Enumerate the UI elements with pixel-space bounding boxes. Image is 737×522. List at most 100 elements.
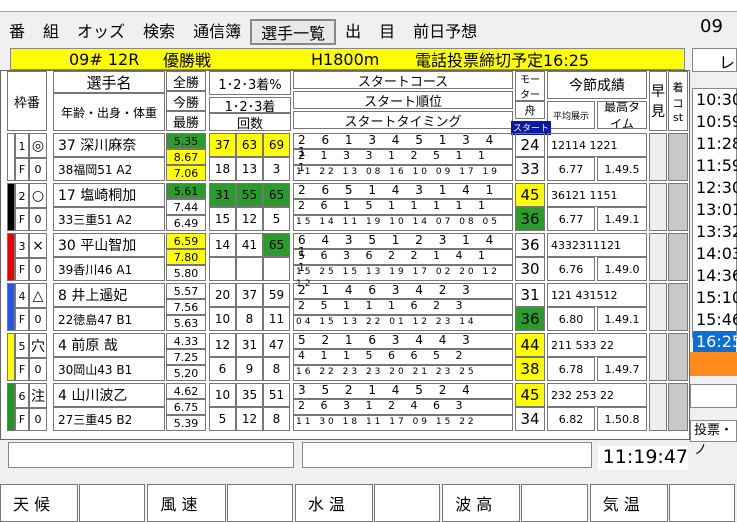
order-row: 2 6 3 1 2 4 6 3: [293, 399, 513, 415]
col-saishou: 最勝: [166, 111, 206, 131]
race-time-item[interactable]: 13:01: [693, 199, 737, 221]
avg-value: 6.77: [547, 207, 595, 231]
race-time-item[interactable]: 13:32: [693, 221, 737, 243]
message-box-right: [302, 442, 592, 468]
best-value: 1.50.8: [597, 407, 647, 431]
temp-label: 気 温: [589, 484, 668, 522]
count-value: [209, 257, 236, 281]
clock: 11:19:47: [598, 446, 688, 470]
f-flag: F: [15, 157, 29, 181]
best-value: 1.49.0: [597, 257, 647, 281]
timing-row: 11 22 13 08 16 10 09 17 19: [293, 165, 513, 181]
timing-row: 15 14 11 19 10 14 07 08 05: [293, 215, 513, 231]
menu-prediction[interactable]: 前日予想: [404, 19, 486, 45]
menu-bar: 番 組 オッズ 検索 通信簿 選手一覧 出 目 前日予想: [0, 18, 690, 46]
waku-number: 6: [15, 383, 29, 409]
course-row: 6 4 3 5 1 2 3 1 4 1: [293, 233, 513, 258]
f-flag: F: [15, 207, 29, 231]
race-time-item[interactable]: 11:59: [693, 155, 737, 177]
rate-value: 6.59: [166, 233, 206, 249]
menu-me[interactable]: 目: [370, 19, 404, 45]
race-time-item[interactable]: 15:46: [693, 309, 737, 331]
right-button[interactable]: レ: [692, 48, 737, 72]
col-timing: スタートタイミング: [293, 111, 513, 129]
count-value: 5: [209, 407, 236, 431]
setsu-value: 211 533 22: [547, 333, 647, 357]
timing-row: 11 30 18 11 17 09 15 22: [293, 415, 513, 431]
pct-value: 63: [236, 133, 263, 157]
col-rate2: 1･2･3着: [209, 97, 291, 113]
timing-row: 04 15 13 22 01 12 23 14: [293, 315, 513, 331]
mark-1: ○: [29, 183, 47, 209]
race-time-item[interactable]: 10:30: [693, 89, 737, 111]
waku-color: [7, 183, 15, 231]
menu-bangumi-1[interactable]: 番: [0, 19, 34, 45]
setsu-value: 232 253 22: [547, 383, 647, 407]
player-home: 38福岡51 A2: [53, 157, 165, 181]
menu-search[interactable]: 検索: [134, 19, 184, 45]
player-home: 30岡山43 B1: [53, 357, 165, 381]
haya-cell: [649, 283, 667, 331]
chaku-cell: [668, 133, 688, 181]
waku-color: [7, 283, 15, 331]
race-time-item[interactable]: 14:03: [693, 243, 737, 265]
toohyo-button[interactable]: 投票・ノ: [690, 420, 737, 458]
col-course: スタートコース: [293, 71, 513, 89]
player-table: 枠番 選手名 年齢・出身・体重 全勝 今勝 最勝 1･2･3着% 1･2･3着 …: [0, 70, 690, 440]
motor-value: 45: [515, 183, 545, 207]
race-time-item[interactable]: 16:25: [693, 331, 737, 353]
col-heikin: 平均展示: [547, 101, 595, 129]
boat-value: 36: [515, 307, 545, 331]
mark-1: ×: [29, 233, 47, 259]
motor-value: 36: [515, 233, 545, 257]
motor-value: 45: [515, 383, 545, 407]
f-count: 0: [29, 307, 47, 331]
col-player-sub: 年齢・出身・体重: [53, 93, 165, 131]
vote-button[interactable]: [690, 352, 737, 376]
rate-value: 7.25: [166, 349, 206, 365]
haya-cell: [649, 183, 667, 231]
haya-cell: [649, 233, 667, 281]
wave-value: [521, 484, 588, 522]
pct-value: 41: [236, 233, 263, 257]
pct-value: 37: [236, 283, 263, 307]
race-time-item[interactable]: 12:30: [693, 177, 737, 199]
setsu-value: 36121 1151: [547, 183, 647, 207]
menu-player-list[interactable]: 選手一覧: [250, 19, 337, 45]
boat-value: 38: [515, 357, 545, 381]
message-box-left: [8, 442, 294, 468]
pct-value: 69: [263, 133, 290, 157]
pct-value: 55: [236, 183, 263, 207]
f-count: 0: [29, 257, 47, 281]
best-value: 1.49.1: [597, 207, 647, 231]
setsu-value: 4332311121: [547, 233, 647, 257]
best-value: 1.49.1: [597, 307, 647, 331]
waku-number: 4: [15, 283, 29, 309]
f-flag: F: [15, 307, 29, 331]
menu-odds[interactable]: オッズ: [68, 19, 134, 45]
race-time-item[interactable]: 15:10: [693, 287, 737, 309]
col-rate: 1･2･3着%: [209, 71, 291, 95]
menu-report[interactable]: 通信簿: [184, 19, 250, 45]
count-value: 18: [209, 157, 236, 181]
weather-bar: 天 候 風 速 水 温 波 高 気 温: [0, 484, 737, 522]
pct-value: 47: [263, 333, 290, 357]
order-row: 4 1 1 5 6 6 5 2: [293, 349, 513, 365]
count-value: 8: [236, 307, 263, 331]
race-number: 09# 12R: [69, 49, 140, 69]
col-saiko: 最高タイム: [597, 101, 647, 129]
menu-de[interactable]: 出: [336, 19, 370, 45]
col-order: スタート順位: [293, 91, 513, 109]
wind-label: 風 速: [147, 484, 226, 522]
player-home: 27三重45 B2: [53, 407, 165, 431]
race-time-item[interactable]: 10:59: [693, 111, 737, 133]
pct-value: 14: [209, 233, 236, 257]
chaku-cell: [668, 183, 688, 231]
mark-1: ◎: [29, 133, 47, 159]
menu-bangumi-2[interactable]: 組: [34, 19, 68, 45]
race-time-item[interactable]: 14:36: [693, 265, 737, 287]
race-time-item[interactable]: 11:28: [693, 133, 737, 155]
race-header: 09# 12R 優勝戦 H1800m 電話投票締切予定16:25: [10, 48, 685, 70]
course-row: 2 6 1 3 4 5 1 3 4 1: [293, 133, 513, 158]
blank-button[interactable]: [690, 384, 737, 408]
